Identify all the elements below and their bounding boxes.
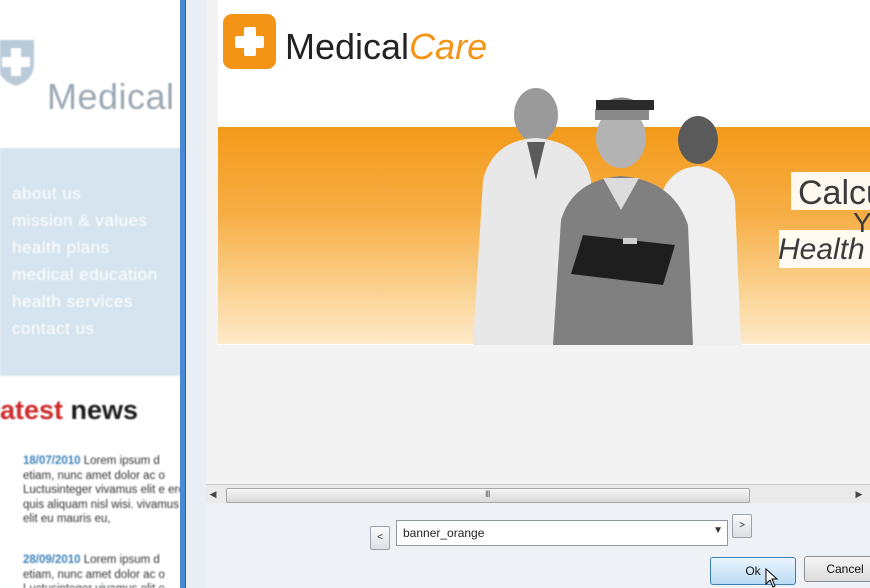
news-heading-dark: news (70, 395, 139, 425)
medical-staff-photo (473, 88, 741, 345)
banner-select-value: banner_orange (403, 526, 485, 540)
news-date[interactable]: 28/09/2010 (23, 554, 81, 566)
dropdown-arrow-icon[interactable]: ▼ (713, 525, 723, 536)
bg-nav-item-about[interactable]: about us (12, 180, 158, 207)
bg-nav-item-health-plans[interactable]: health plans (12, 234, 158, 261)
news-item: 28/09/2010 Lorem ipsum d etiam, nunc ame… (23, 553, 193, 588)
banner-preview-area: MedicalCare Calc Y Health ◀ III ▶ (206, 0, 870, 503)
scrollbar-thumb[interactable]: III (226, 488, 750, 503)
medical-cross-logo-icon (223, 14, 276, 69)
banner-headline-line-3: Health (778, 233, 865, 266)
cancel-button[interactable]: Cancel (804, 556, 870, 582)
next-banner-button[interactable]: > (732, 514, 752, 538)
background-site-title: Medical (47, 76, 175, 117)
scroll-right-arrow-icon[interactable]: ▶ (852, 487, 866, 501)
news-item: 18/07/2010 Lorem ipsum d etiam, nunc ame… (23, 454, 193, 527)
background-webpage: Medical about us mission & values health… (0, 0, 200, 588)
previous-banner-button[interactable]: < (370, 526, 390, 550)
brand-medical: Medical (285, 26, 410, 67)
scroll-left-arrow-icon[interactable]: ◀ (206, 487, 220, 501)
mouse-pointer-icon (765, 568, 779, 588)
latest-news-heading: atest news (0, 395, 138, 426)
banner-picker-dialog: MedicalCare Calc Y Health ◀ III ▶ < bann… (206, 0, 870, 588)
bg-nav-item-medical-education[interactable]: medical education (12, 261, 158, 288)
banner-select-dropdown[interactable]: banner_orange ▼ (396, 520, 728, 546)
top-ruler (0, 0, 180, 6)
window-side-strip (186, 0, 207, 588)
ok-button[interactable]: Ok (710, 557, 796, 585)
bg-nav-item-health-services[interactable]: health services (12, 288, 158, 315)
bg-nav-item-contact[interactable]: contact us (12, 315, 158, 342)
horizontal-scrollbar[interactable]: ◀ III ▶ (206, 484, 870, 503)
shield-cross-icon (0, 40, 34, 86)
scrollbar-grip-icon: III (485, 489, 490, 499)
bg-nav-item-mission[interactable]: mission & values (12, 207, 158, 234)
background-logo: Medical (0, 28, 200, 117)
news-date[interactable]: 18/07/2010 (23, 455, 81, 467)
news-heading-red: atest (0, 395, 64, 425)
banner-preview: MedicalCare Calc Y Health (218, 0, 870, 345)
background-nav: about us mission & values health plans m… (0, 148, 200, 376)
